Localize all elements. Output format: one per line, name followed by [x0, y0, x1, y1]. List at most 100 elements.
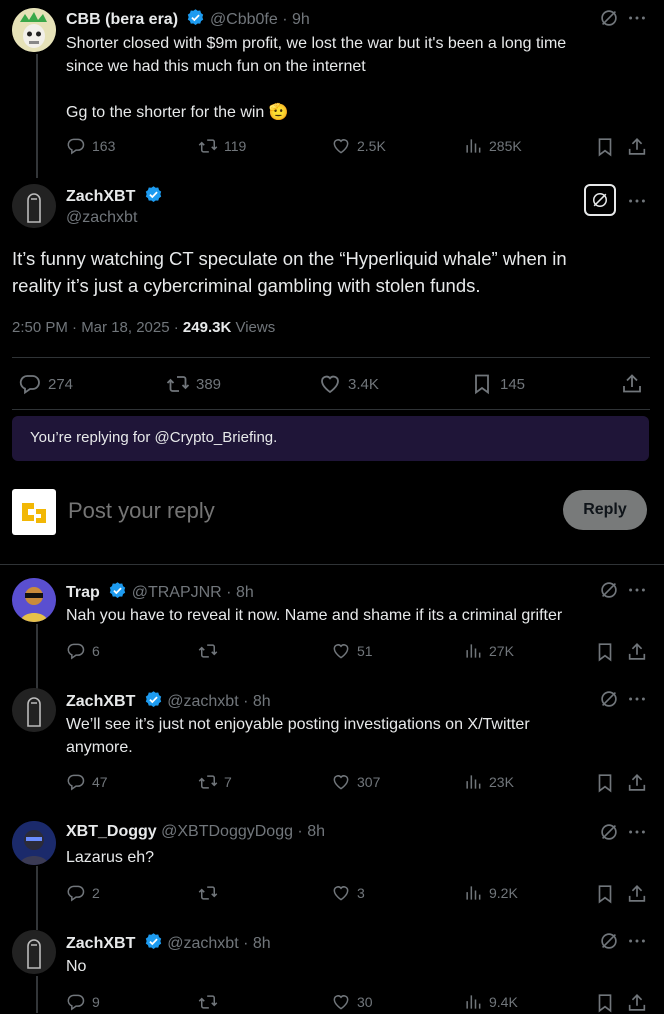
reply-button[interactable]: 163 — [66, 136, 115, 156]
grok-icon[interactable] — [598, 930, 620, 952]
avatar[interactable] — [12, 930, 56, 974]
repost-icon — [198, 992, 218, 1012]
post-time[interactable]: 8h — [253, 935, 271, 952]
views-button[interactable]: 9.2K — [463, 883, 518, 903]
reply-input[interactable] — [66, 493, 540, 529]
grok-icon — [590, 190, 610, 210]
author-name[interactable]: ZachXBT — [66, 935, 135, 952]
reply-button[interactable]: 47 — [66, 772, 108, 792]
bookmark-button[interactable]: 145 — [470, 372, 525, 396]
share-icon[interactable] — [626, 641, 648, 663]
verified-badge-icon — [144, 185, 163, 204]
bookmark-icon[interactable] — [594, 992, 616, 1014]
views-icon — [463, 641, 483, 661]
post-header: CBB (bera era) @Cbb0fe · 9h — [66, 8, 310, 29]
like-icon — [331, 992, 351, 1012]
bookmark-icon[interactable] — [594, 883, 616, 905]
views-icon — [463, 992, 483, 1012]
reply-icon — [66, 883, 86, 903]
share-icon[interactable] — [626, 992, 648, 1014]
reply-header: Trap @TRAPJNR · 8h — [66, 581, 254, 602]
timestamp[interactable]: 2:50 PM · Mar 18, 2025 · — [12, 319, 183, 336]
more-icon[interactable] — [626, 7, 648, 29]
post-time[interactable]: 9h — [292, 11, 310, 28]
reply-button[interactable]: 2 — [66, 883, 100, 903]
reply-icon — [18, 372, 42, 396]
reply-text: Lazarus eh? — [66, 849, 155, 866]
like-button[interactable]: 3.4K — [318, 372, 379, 396]
more-icon[interactable] — [626, 579, 648, 601]
author-name[interactable]: ZachXBT — [66, 693, 135, 710]
author-handle[interactable]: @XBTDoggyDogg — [161, 823, 293, 840]
views-button[interactable]: 23K — [463, 772, 514, 792]
verified-badge-icon — [144, 690, 163, 709]
like-button[interactable]: 307 — [331, 772, 380, 792]
share-icon[interactable] — [626, 136, 648, 158]
author-name[interactable]: Trap — [66, 584, 100, 601]
like-icon — [331, 772, 351, 792]
repost-button[interactable]: 7 — [198, 772, 232, 792]
grok-icon[interactable] — [598, 579, 620, 601]
repost-button[interactable] — [198, 992, 224, 1012]
repost-button[interactable] — [198, 641, 224, 661]
reply-icon — [66, 772, 86, 792]
author-name[interactable]: ZachXBT — [66, 188, 135, 205]
views-icon — [463, 136, 483, 156]
repost-icon — [198, 136, 218, 156]
repost-button[interactable] — [198, 883, 224, 903]
share-icon[interactable] — [620, 372, 644, 396]
like-icon — [331, 883, 351, 903]
post-time[interactable]: 8h — [253, 693, 271, 710]
share-icon[interactable] — [626, 883, 648, 905]
bookmark-icon[interactable] — [594, 136, 616, 158]
repost-icon — [198, 883, 218, 903]
avatar[interactable] — [12, 821, 56, 865]
avatar[interactable] — [12, 8, 56, 52]
reply-button[interactable]: 6 — [66, 641, 100, 661]
bookmark-icon[interactable] — [594, 641, 616, 663]
views-button[interactable]: 285K — [463, 136, 522, 156]
author-handle[interactable]: @zachxbt — [66, 209, 137, 227]
reply-notice: You’re replying for @Crypto_Briefing. — [12, 416, 649, 461]
reply-icon — [66, 641, 86, 661]
share-icon[interactable] — [626, 772, 648, 794]
post-meta: 2:50 PM · Mar 18, 2025 · 249.3K Views — [12, 319, 276, 336]
reply-button[interactable]: Reply — [563, 490, 647, 530]
verified-badge-icon — [144, 932, 163, 951]
like-button[interactable]: 30 — [331, 992, 373, 1012]
post-time[interactable]: 8h — [307, 823, 325, 840]
more-icon[interactable] — [626, 190, 648, 212]
divider — [12, 357, 650, 358]
grok-icon[interactable] — [598, 688, 620, 710]
reply-button[interactable]: 274 — [18, 372, 73, 396]
grok-button[interactable] — [584, 184, 616, 216]
repost-icon — [166, 372, 190, 396]
like-button[interactable]: 2.5K — [331, 136, 386, 156]
reply-button[interactable]: 9 — [66, 992, 100, 1012]
more-icon[interactable] — [626, 688, 648, 710]
views-button[interactable]: 27K — [463, 641, 514, 661]
avatar[interactable] — [12, 184, 56, 228]
avatar[interactable] — [12, 578, 56, 622]
bookmark-icon[interactable] — [594, 772, 616, 794]
author-handle[interactable]: @TRAPJNR — [132, 584, 222, 601]
more-icon[interactable] — [626, 821, 648, 843]
author-name[interactable]: CBB (bera era) — [66, 11, 178, 28]
like-button[interactable]: 3 — [331, 883, 365, 903]
grok-icon[interactable] — [598, 7, 620, 29]
repost-button[interactable]: 119 — [198, 136, 246, 156]
avatar[interactable] — [12, 688, 56, 732]
verified-badge-icon — [186, 8, 205, 27]
more-icon[interactable] — [626, 930, 648, 952]
grok-icon[interactable] — [598, 821, 620, 843]
author-handle[interactable]: @zachxbt — [167, 693, 238, 710]
author-handle[interactable]: @zachxbt — [167, 935, 238, 952]
repost-button[interactable]: 389 — [166, 372, 221, 396]
author-name[interactable]: XBT_Doggy — [66, 823, 157, 840]
reply-text: No — [66, 958, 87, 975]
like-button[interactable]: 51 — [331, 641, 373, 661]
views-button[interactable]: 9.4K — [463, 992, 518, 1012]
post-time[interactable]: 8h — [236, 584, 254, 601]
composer-avatar — [12, 489, 56, 535]
author-handle[interactable]: @Cbb0fe — [210, 11, 278, 28]
